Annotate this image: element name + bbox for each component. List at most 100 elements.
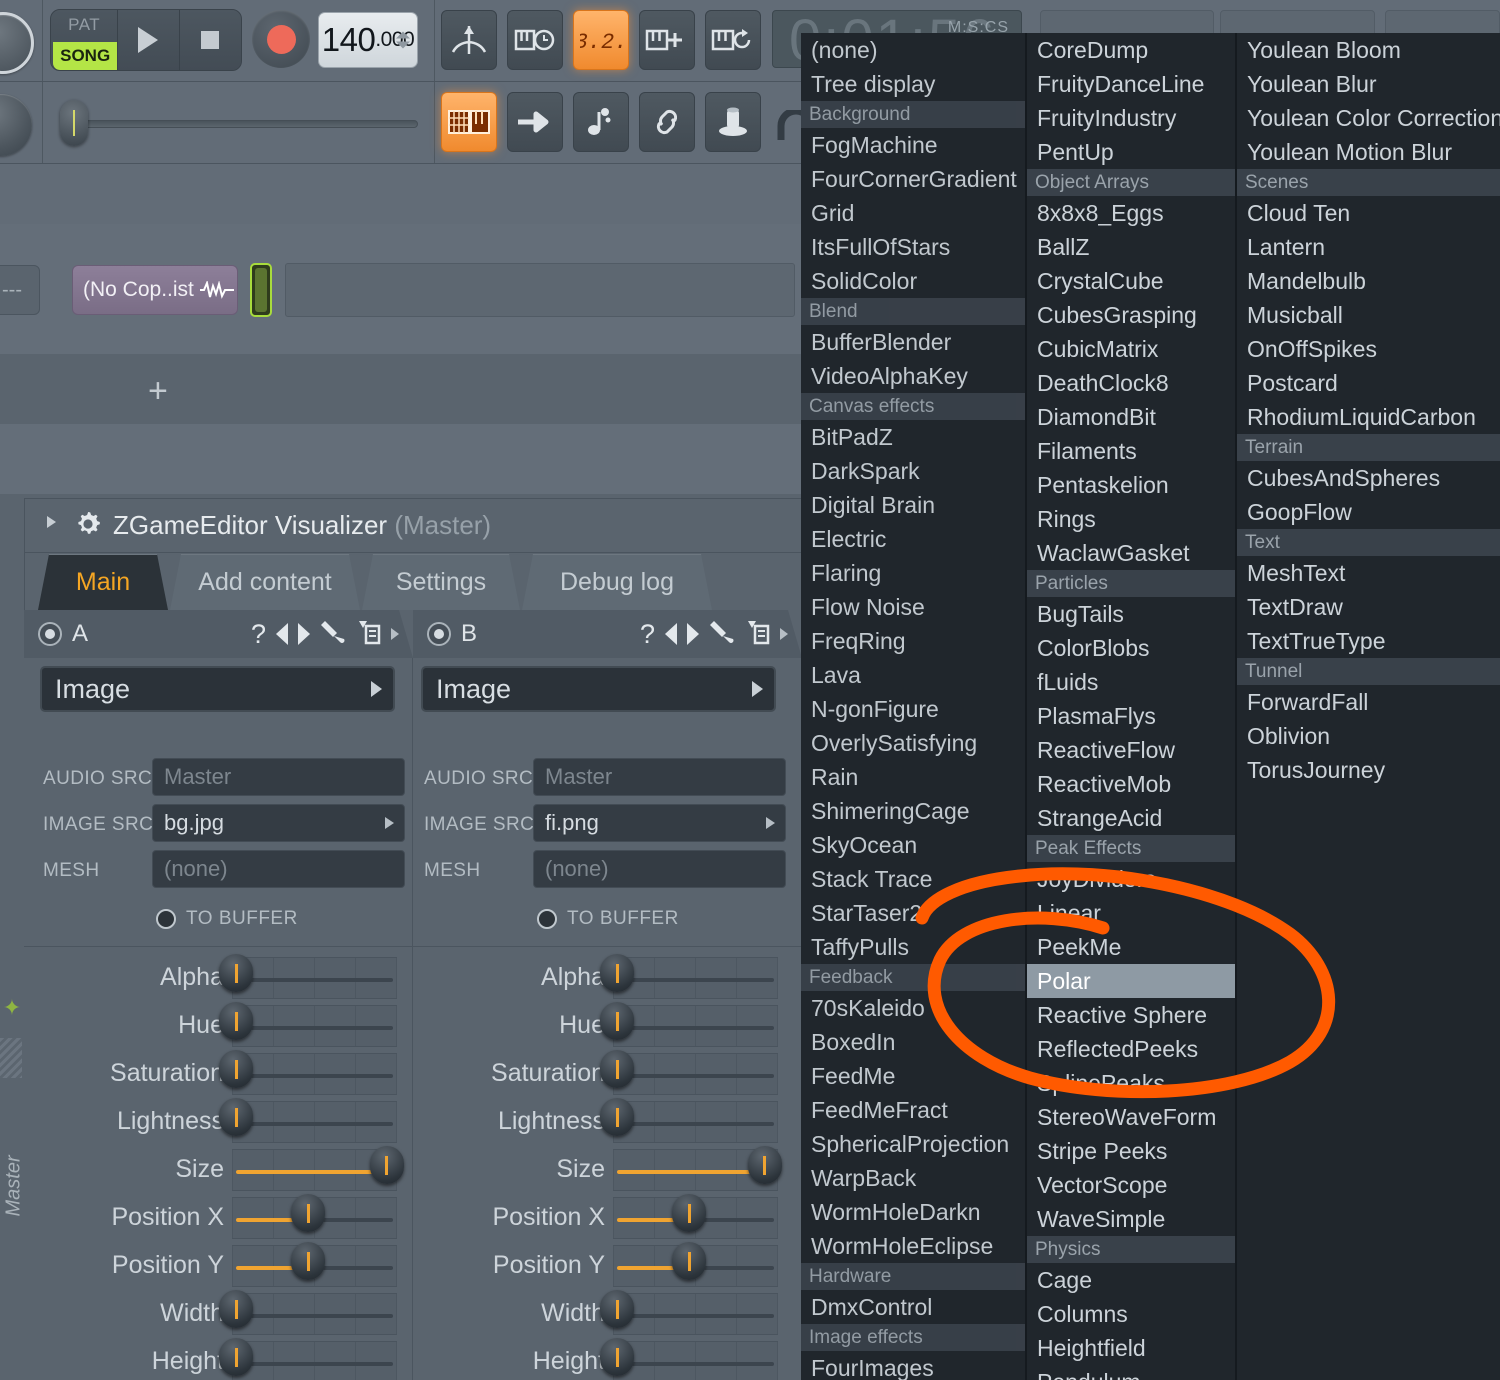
channel-enable-led[interactable] bbox=[250, 263, 272, 317]
loop-pattern-button[interactable] bbox=[705, 10, 761, 70]
menu-item-flaring[interactable]: Flaring bbox=[801, 556, 1025, 590]
slider-handle[interactable] bbox=[219, 1338, 253, 1376]
tempo-field[interactable]: 140 .000 bbox=[318, 12, 418, 68]
pattern-clip[interactable]: (No Cop..ist bbox=[72, 265, 238, 315]
help-icon[interactable]: ? bbox=[251, 621, 266, 648]
menu-item-darkspark[interactable]: DarkSpark bbox=[801, 454, 1025, 488]
slider-handle[interactable] bbox=[747, 1146, 782, 1184]
menu-item-youlean-color-correction[interactable]: Youlean Color Correction bbox=[1237, 101, 1500, 135]
slider-handle[interactable] bbox=[291, 1242, 326, 1280]
tab-settings[interactable]: Settings bbox=[362, 554, 520, 610]
main-volume-slider[interactable] bbox=[60, 120, 418, 128]
more-options-icon[interactable] bbox=[780, 628, 788, 640]
menu-item-peekme[interactable]: PeekMe bbox=[1027, 930, 1235, 964]
menu-item-shimeringcage[interactable]: ShimeringCage bbox=[801, 794, 1025, 828]
column-a-mesh-field[interactable]: (none) bbox=[152, 850, 405, 888]
column-a-to-buffer-toggle[interactable]: TO BUFFER bbox=[156, 908, 298, 930]
menu-item-splinepeaks[interactable]: SplinePeaks bbox=[1027, 1066, 1235, 1100]
menu-item-crystalcube[interactable]: CrystalCube bbox=[1027, 264, 1235, 298]
menu-item-rhodiumliquidcarbon[interactable]: RhodiumLiquidCarbon bbox=[1237, 400, 1500, 434]
next-preset-icon[interactable] bbox=[298, 623, 310, 645]
slider-handle[interactable] bbox=[600, 1338, 634, 1376]
menu-item-oblivion[interactable]: Oblivion bbox=[1237, 719, 1500, 753]
menu-item-8x8x8-eggs[interactable]: 8x8x8_Eggs bbox=[1027, 196, 1235, 230]
slider-handle[interactable] bbox=[672, 1194, 707, 1232]
menu-item-filaments[interactable]: Filaments bbox=[1027, 434, 1235, 468]
menu-item-youlean-motion-blur[interactable]: Youlean Motion Blur bbox=[1237, 135, 1500, 169]
menu-item-coredump[interactable]: CoreDump bbox=[1027, 33, 1235, 67]
master-pitch-knob[interactable] bbox=[0, 12, 34, 74]
menu-item-ballz[interactable]: BallZ bbox=[1027, 230, 1235, 264]
stop-button[interactable] bbox=[179, 10, 241, 70]
column-b-to-buffer-toggle[interactable]: TO BUFFER bbox=[537, 908, 679, 930]
menu-item-postcard[interactable]: Postcard bbox=[1237, 366, 1500, 400]
column-a-radio[interactable] bbox=[38, 622, 62, 646]
menu-item-lantern[interactable]: Lantern bbox=[1237, 230, 1500, 264]
menu-item-cubesgrasping[interactable]: CubesGrasping bbox=[1027, 298, 1235, 332]
menu-item-itsfullofstars[interactable]: ItsFullOfStars bbox=[801, 230, 1025, 264]
menu-item-cage[interactable]: Cage bbox=[1027, 1263, 1235, 1297]
slider-handle[interactable] bbox=[600, 954, 634, 992]
menu-item-meshtext[interactable]: MeshText bbox=[1237, 556, 1500, 590]
effect-menu-column-3[interactable]: Youlean Bloom Youlean Blur Youlean Color C… bbox=[1237, 33, 1500, 1380]
slider-handle[interactable] bbox=[672, 1242, 707, 1280]
menu-item-texttruetype[interactable]: TextTrueType bbox=[1237, 624, 1500, 658]
step-sequencer-button[interactable] bbox=[441, 92, 497, 152]
menu-item-stereowaveform[interactable]: StereoWaveForm bbox=[1027, 1100, 1235, 1134]
column-b-mesh-field[interactable]: (none) bbox=[533, 850, 786, 888]
menu-item-strangeacid[interactable]: StrangeAcid bbox=[1027, 801, 1235, 835]
knob-tool-button[interactable] bbox=[705, 92, 761, 152]
column-b-imagesrc-field[interactable]: fi.png bbox=[533, 804, 786, 842]
wait-for-input-button[interactable] bbox=[507, 10, 563, 70]
pattern-slot[interactable] bbox=[285, 263, 795, 317]
menu-item-youlean-blur[interactable]: Youlean Blur bbox=[1237, 67, 1500, 101]
playlist-nav-chip[interactable]: --- bbox=[0, 265, 40, 315]
slider-handle[interactable] bbox=[600, 1050, 634, 1088]
copy-preset-icon[interactable] bbox=[357, 619, 381, 650]
copy-preset-icon[interactable] bbox=[746, 619, 770, 650]
menu-item-overlysatisfying[interactable]: OverlySatisfying bbox=[801, 726, 1025, 760]
link-button[interactable] bbox=[639, 92, 695, 152]
menu-item-mandelbulb[interactable]: Mandelbulb bbox=[1237, 264, 1500, 298]
play-button[interactable] bbox=[118, 10, 180, 70]
slider-handle[interactable] bbox=[600, 1002, 634, 1040]
prev-preset-icon[interactable] bbox=[665, 623, 677, 645]
menu-item-rings[interactable]: Rings bbox=[1027, 502, 1235, 536]
help-icon[interactable]: ? bbox=[640, 621, 655, 648]
slider-track[interactable] bbox=[613, 1053, 778, 1095]
add-pattern-button[interactable] bbox=[639, 10, 695, 70]
slider-track[interactable] bbox=[613, 1341, 778, 1380]
step-arrow-button[interactable] bbox=[507, 92, 563, 152]
column-b-effect-select[interactable]: Image bbox=[421, 666, 776, 712]
menu-item-reflectedpeeks[interactable]: ReflectedPeeks bbox=[1027, 1032, 1235, 1066]
menu-item-deathclock8[interactable]: DeathClock8 bbox=[1027, 366, 1235, 400]
step-note-button[interactable] bbox=[573, 92, 629, 152]
record-button[interactable] bbox=[252, 10, 310, 68]
menu-item-feedmefract[interactable]: FeedMeFract bbox=[801, 1093, 1025, 1127]
menu-item-joydividers[interactable]: JoyDividers bbox=[1027, 862, 1235, 896]
menu-item-forwardfall[interactable]: ForwardFall bbox=[1237, 685, 1500, 719]
tab-main[interactable]: Main bbox=[38, 554, 168, 610]
expand-arrow-icon[interactable] bbox=[47, 516, 56, 528]
main-volume-handle[interactable] bbox=[60, 100, 88, 146]
menu-item-columns[interactable]: Columns bbox=[1027, 1297, 1235, 1331]
menu-item-lava[interactable]: Lava bbox=[801, 658, 1025, 692]
menu-item-bitpadz[interactable]: BitPadZ bbox=[801, 420, 1025, 454]
menu-item-sphericalprojection[interactable]: SphericalProjection bbox=[801, 1127, 1025, 1161]
menu-item-bufferblender[interactable]: BufferBlender bbox=[801, 325, 1025, 359]
slider-track[interactable] bbox=[232, 1053, 397, 1095]
menu-item-wormholedarkn[interactable]: WormHoleDarkn bbox=[801, 1195, 1025, 1229]
menu-item-polar[interactable]: Polar bbox=[1027, 964, 1235, 998]
menu-item-freqring[interactable]: FreqRing bbox=[801, 624, 1025, 658]
slider-handle[interactable] bbox=[600, 1098, 634, 1136]
column-a-effect-select[interactable]: Image bbox=[40, 666, 395, 712]
column-b-header[interactable]: B ? bbox=[413, 610, 802, 658]
slider-handle[interactable] bbox=[219, 1002, 253, 1040]
slider-track[interactable] bbox=[232, 1341, 397, 1380]
menu-item-warpback[interactable]: WarpBack bbox=[801, 1161, 1025, 1195]
menu-item-fruityindustry[interactable]: FruityIndustry bbox=[1027, 101, 1235, 135]
slider-track[interactable] bbox=[613, 957, 778, 999]
slider-handle[interactable] bbox=[219, 1050, 253, 1088]
slider-track[interactable] bbox=[232, 1101, 397, 1143]
slider-handle[interactable] bbox=[219, 1290, 253, 1328]
